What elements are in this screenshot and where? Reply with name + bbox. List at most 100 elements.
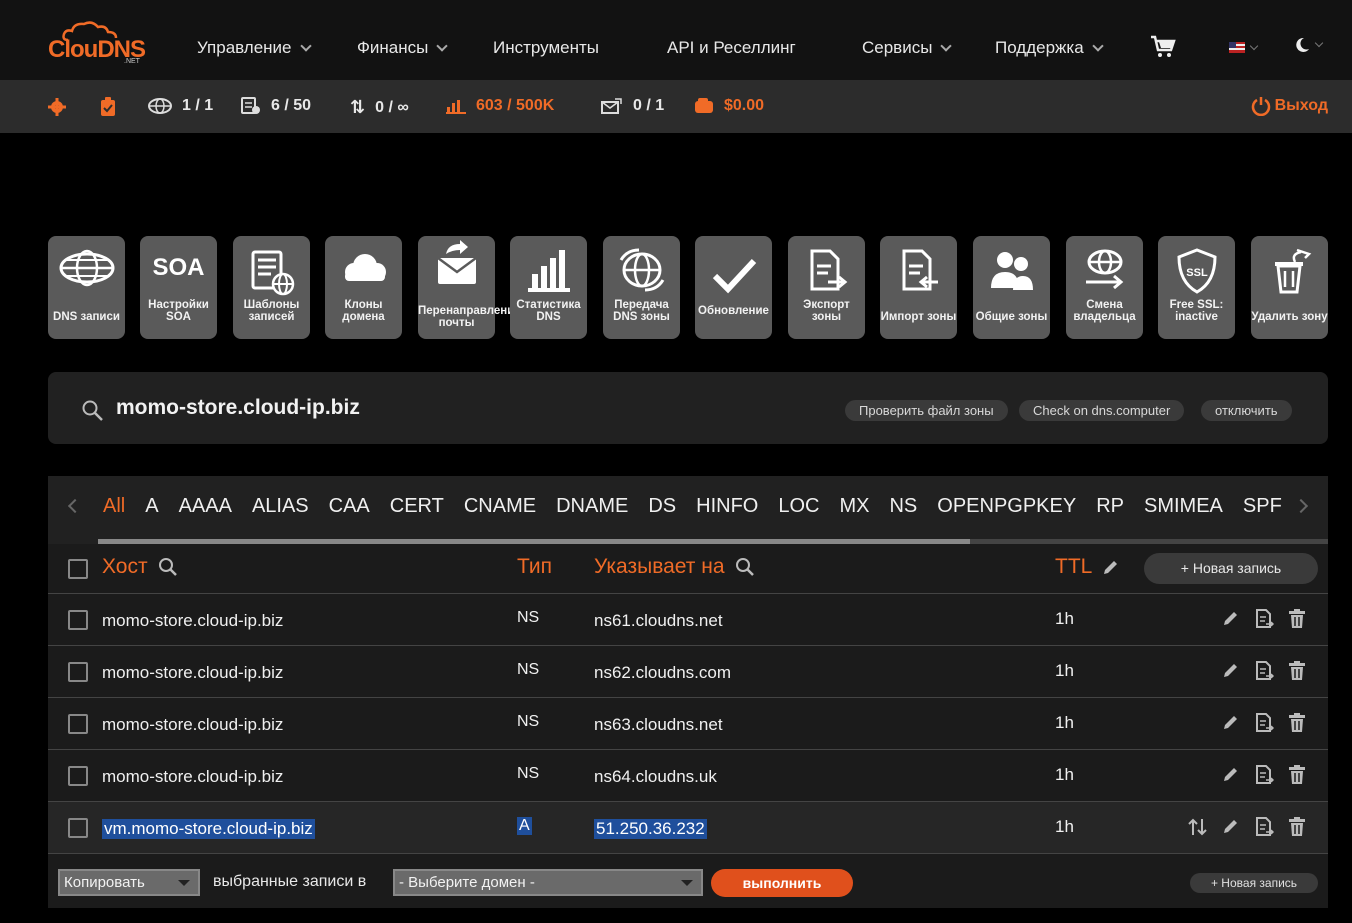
th-ttl: TTL [1055,555,1120,579]
stat-records-value: 6 / 50 [271,97,312,114]
row-checkbox[interactable] [68,662,88,682]
tile-owner-change[interactable]: Смена владельца [1066,236,1143,339]
table-row[interactable]: momo-store.cloud-ip.biz NS ns63.cloudns.ne… [48,698,1328,750]
record-type-tab[interactable]: NS [889,495,917,518]
record-type-tab[interactable]: AAAA [179,495,232,518]
record-type-tab[interactable]: SPF [1243,495,1282,518]
row-checkbox[interactable] [68,714,88,734]
gear-icon[interactable] [48,98,66,116]
cloudns-logo[interactable]: ClouDNS .NET [48,20,146,68]
bulk-action-select[interactable]: Копировать [58,869,200,896]
zone-name: momo-store.cloud-ip.biz [116,396,360,419]
stat-balance-value: $0.00 [724,97,765,114]
logo-sub: .NET [124,58,140,65]
record-type-tab[interactable]: CNAME [464,495,536,518]
trash-icon[interactable] [1288,661,1306,686]
copy-record-icon[interactable] [1254,817,1275,842]
tile-zone-import[interactable]: Импорт зоны [880,236,957,339]
cart-icon[interactable] [1150,34,1176,60]
row-checkbox[interactable] [68,610,88,630]
tile-delete-zone[interactable]: Удалить зону [1251,236,1328,339]
tile-record-templates[interactable]: Шаблоны записей [233,236,310,339]
tile-mail-forwarding[interactable]: Перенаправление почты [418,236,521,339]
logout-button[interactable]: Выход [1251,96,1328,116]
row-checkbox[interactable] [68,818,88,838]
record-ttl: 1h [1055,765,1074,784]
record-type-tab[interactable]: OPENPGPKEY [937,495,1076,518]
pencil-icon[interactable] [1102,558,1120,576]
tile-dns-statistics[interactable]: Статистика DNS [510,236,587,339]
record-type-tab[interactable]: CAA [329,495,370,518]
record-type-tab[interactable]: A [145,495,158,518]
record-type: A [517,817,532,835]
check-zone-file-button[interactable]: Проверить файл зоны [845,400,1008,421]
check-icon [712,258,756,294]
nav-finance[interactable]: Финансы [357,38,449,58]
language-selector[interactable] [1229,41,1259,53]
table-row[interactable]: momo-store.cloud-ip.biz NS ns61.cloudns.ne… [48,594,1328,646]
record-type-tab[interactable]: DNAME [556,495,628,518]
nav-services[interactable]: Сервисы [862,38,953,58]
clipboard-icon[interactable] [100,97,116,117]
ssl-icon: SSL [1176,248,1217,294]
trash-icon[interactable] [1288,713,1306,738]
record-value: ns62.cloudns.com [594,663,732,682]
domain-select[interactable]: - Выберите домен - [393,869,703,896]
tile-soa-settings[interactable]: SOA Настройки SOA [140,236,217,339]
nav-api-reselling[interactable]: API и Реселлинг [667,38,796,58]
disable-zone-button[interactable]: отключить [1201,400,1292,421]
check-dns-computer-button[interactable]: Check on dns.computer [1019,400,1185,421]
pencil-icon[interactable] [1222,765,1240,790]
move-arrows-icon[interactable] [1188,817,1208,842]
tile-dns-records[interactable]: DNS записи [48,236,125,339]
pencil-icon[interactable] [1222,817,1240,842]
nav-tools[interactable]: Инструменты [493,38,599,58]
copy-record-icon[interactable] [1254,765,1275,790]
copy-record-icon[interactable] [1254,713,1275,738]
record-type-tab[interactable]: All [103,495,125,518]
record-type-tab[interactable]: LOC [778,495,819,518]
stat-transfers-value: 0 / ∞ [375,98,409,116]
table-row[interactable]: momo-store.cloud-ip.biz NS ns62.cloudns.co… [48,646,1328,698]
table-row[interactable]: vm.momo-store.cloud-ip.biz A 51.250.36.232… [48,802,1328,854]
record-type-tab[interactable]: MX [839,495,869,518]
tile-shared-zones[interactable]: Общие зоны [973,236,1050,339]
copy-record-icon[interactable] [1254,609,1275,634]
search-icon[interactable] [158,557,178,577]
theme-toggle[interactable] [1294,37,1324,53]
stat-mail: 0 / 1 [601,97,664,115]
row-checkbox[interactable] [68,766,88,786]
pencil-icon[interactable] [1222,661,1240,686]
record-type-tab[interactable]: SMIMEA [1144,495,1223,518]
trash-icon[interactable] [1288,609,1306,634]
run-button[interactable]: выполнить [711,869,853,897]
search-icon[interactable] [82,400,104,422]
nav-support[interactable]: Поддержка [995,38,1104,58]
copy-record-icon[interactable] [1254,661,1275,686]
table-row[interactable]: momo-store.cloud-ip.biz NS ns64.cloudns.uk… [48,750,1328,802]
tile-zone-transfer[interactable]: Передача DNS зоны [603,236,680,339]
record-type-tab[interactable]: RP [1096,495,1124,518]
flag-icon [1229,42,1245,53]
select-all-checkbox[interactable] [68,559,88,579]
trash-icon[interactable] [1288,765,1306,790]
search-icon[interactable] [735,557,755,577]
record-type-tab[interactable]: CERT [390,495,444,518]
tile-domain-clones[interactable]: Клоны домена [325,236,402,339]
trash-icon[interactable] [1288,817,1306,842]
tile-free-ssl[interactable]: SSL Free SSL: inactive [1158,236,1235,339]
record-type-tab[interactable]: ALIAS [252,495,309,518]
record-type-tab[interactable]: HINFO [696,495,758,518]
nav-management[interactable]: Управление [197,38,312,58]
new-record-small-button[interactable]: + Новая запись [1190,873,1318,893]
tile-zone-export[interactable]: Экспорт зоны [788,236,865,339]
pencil-icon[interactable] [1222,713,1240,738]
bulk-actions-bar: Копировать выбранные записи в - Выберите… [48,856,1328,908]
new-record-button[interactable]: + Новая запись [1144,553,1318,584]
scroll-left-icon[interactable] [67,498,83,514]
pencil-icon[interactable] [1222,609,1240,634]
record-type-tab[interactable]: DS [648,495,676,518]
tile-update[interactable]: Обновление [695,236,772,339]
tile-label: Free SSL: inactive [1169,299,1224,323]
domain-select-value: - Выберите домен - [399,874,535,891]
